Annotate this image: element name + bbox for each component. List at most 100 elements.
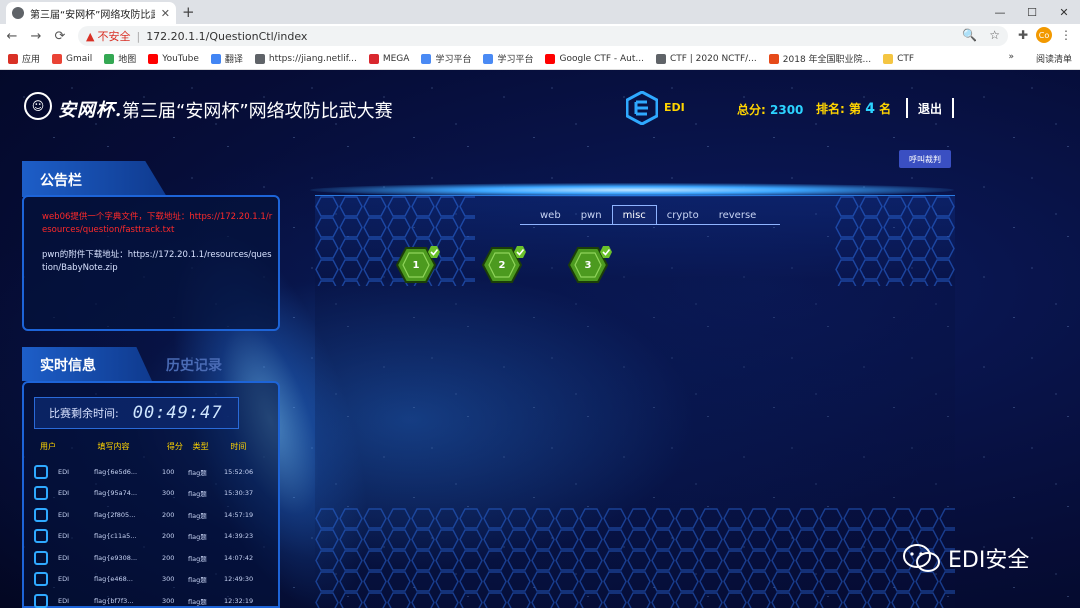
tab-web[interactable]: web: [530, 205, 571, 225]
insecure-label[interactable]: 不安全: [97, 28, 130, 44]
cell-content: flag{6e5d6...: [94, 467, 138, 476]
cell-type: flag题: [188, 490, 207, 499]
back-button[interactable]: ←: [0, 29, 24, 44]
bookmark-label: 2018 年全国职业院...: [782, 55, 872, 65]
minimize-button[interactable]: —: [984, 6, 1016, 19]
bookmark-item[interactable]: 学习平台: [421, 52, 471, 65]
rank-prefix: 第: [849, 102, 862, 116]
cell-score: 100: [162, 467, 175, 476]
bookmark-label: 学习平台: [435, 55, 472, 65]
profile-avatar[interactable]: Co: [1036, 27, 1052, 43]
tab-title: 第三届“安网杯”网络攻防比武大赛: [30, 9, 155, 21]
bookmark-item[interactable]: MEGA: [368, 53, 409, 64]
cell-score: 200: [162, 553, 175, 562]
cell-user: EDI: [58, 532, 70, 541]
bookmarks-bar: 应用 Gmail 地图 YouTube 翻译 https://jiang.netlif..…: [0, 48, 1080, 70]
bookmark-label: https://jiang.netlif...: [268, 53, 357, 64]
call-referee-button[interactable]: 呼叫裁判: [899, 150, 951, 168]
browser-tab[interactable]: 第三届“安网杯”网络攻防比武大赛 ✕: [6, 2, 176, 24]
team-logo-icon: [34, 593, 48, 608]
table-row: EDI flag{e468... 300 flag题 12:49:30: [34, 569, 274, 591]
column-header: 用户: [40, 442, 56, 451]
cell-content: flag{e468...: [94, 575, 133, 584]
cell-user: EDI: [58, 575, 70, 584]
cell-time: 14:57:19: [224, 510, 254, 519]
cell-score: 300: [162, 596, 175, 605]
cell-score: 200: [162, 510, 175, 519]
notice-title: 公告栏: [22, 161, 167, 197]
tab-history[interactable]: 历史记录: [166, 355, 222, 375]
bookmark-label: 学习平台: [497, 55, 534, 65]
reading-list-button[interactable]: 阅读清单: [1036, 52, 1072, 65]
cell-type: flag题: [188, 533, 207, 542]
reload-button[interactable]: ⟳: [48, 29, 72, 44]
cell-user: EDI: [58, 596, 70, 605]
tab-crypto[interactable]: crypto: [657, 205, 709, 225]
bookmark-item[interactable]: 2018 年全国职业院...: [768, 52, 872, 65]
challenge-hex[interactable]: 3: [568, 246, 612, 286]
notice-item[interactable]: pwn的附件下载地址：https://172.20.1.1/resources/…: [42, 249, 274, 275]
cell-type: flag题: [188, 511, 207, 520]
bookmark-icon: [545, 53, 556, 64]
window-controls: — ☐ ✕: [984, 0, 1080, 24]
submission-table: EDI flag{6e5d6... 100 flag题 15:52:06 EDI flag{…: [34, 461, 274, 608]
bookmark-item[interactable]: Google CTF - Aut...: [545, 53, 644, 64]
warning-icon: ▲: [86, 29, 95, 43]
bookmark-item[interactable]: CTF: [883, 53, 914, 64]
wechat-icon: [903, 544, 940, 572]
category-underline: [520, 224, 780, 225]
team-logo-icon: [34, 572, 48, 587]
tab-misc[interactable]: misc: [611, 205, 657, 225]
tab-realtime[interactable]: 实时信息: [22, 347, 152, 381]
watermark-text: EDI安全: [948, 548, 1030, 573]
bookmark-label: Gmail: [66, 53, 93, 64]
toolbar-right: ✚ Co ⋮: [1018, 27, 1072, 43]
notice-item[interactable]: web06提供一个字典文件，下载地址：https://172.20.1.1/re…: [42, 211, 274, 237]
timer-label: 比赛剩余时间:: [49, 407, 119, 420]
bookmark-item[interactable]: https://jiang.netlif...: [254, 53, 357, 64]
zoom-icon[interactable]: 🔍: [962, 28, 977, 42]
solved-check-icon: [428, 246, 440, 258]
forward-button[interactable]: →: [24, 29, 48, 44]
new-tab-button[interactable]: +: [182, 3, 195, 21]
cell-content: flag{e9308...: [94, 553, 138, 562]
close-window-button[interactable]: ✕: [1048, 6, 1080, 19]
bookmarks-overflow-button[interactable]: »: [1008, 52, 1014, 62]
bookmark-item[interactable]: CTF | 2020 NCTF/...: [655, 53, 757, 64]
bookmark-label: 地图: [118, 55, 137, 65]
bookmark-item[interactable]: YouTube: [148, 53, 199, 64]
cell-user: EDI: [58, 553, 70, 562]
bookmark-label: 应用: [22, 55, 41, 65]
bookmark-item[interactable]: 学习平台: [483, 52, 533, 65]
bookmark-star-icon[interactable]: ☆: [989, 28, 1000, 42]
column-header: 得分: [166, 442, 183, 451]
menu-icon[interactable]: ⋮: [1060, 28, 1072, 42]
tab-reverse[interactable]: reverse: [709, 205, 767, 225]
bookmark-icon: [52, 53, 63, 64]
edi-logo-icon: [626, 91, 658, 125]
challenge-hex[interactable]: 2: [482, 246, 526, 286]
cell-content: flag{c11a5...: [94, 532, 137, 541]
url-text[interactable]: 172.20.1.1/QuestionCtl/index: [146, 30, 307, 43]
bookmark-icon: [421, 53, 432, 64]
hex-pattern-decoration: [315, 196, 475, 286]
extensions-icon[interactable]: ✚: [1018, 28, 1028, 42]
bookmark-item[interactable]: Gmail: [52, 53, 93, 64]
address-bar[interactable]: ▲ 不安全 | 172.20.1.1/QuestionCtl/index 🔍 ☆: [78, 26, 1008, 46]
close-tab-icon[interactable]: ✕: [161, 7, 170, 20]
team-logo-icon: [34, 529, 48, 544]
logout-button[interactable]: 退出: [906, 98, 954, 118]
bookmark-item[interactable]: 翻译: [210, 52, 243, 65]
column-header: 填写内容: [97, 442, 130, 451]
maximize-button[interactable]: ☐: [1016, 6, 1048, 19]
bookmark-item[interactable]: 应用: [8, 52, 40, 65]
bookmark-item[interactable]: 地图: [104, 52, 136, 65]
bookmark-icon: [254, 53, 265, 64]
challenge-hex[interactable]: 1: [396, 246, 440, 286]
team-rank: 排名: 第 4 名: [816, 100, 891, 117]
tab-pwn[interactable]: pwn: [571, 205, 612, 225]
bookmark-label: Google CTF - Aut...: [559, 53, 644, 64]
bookmark-icon: [8, 53, 18, 64]
table-row: EDI flag{c11a5... 200 flag题 14:39:23: [34, 526, 274, 548]
bookmark-icon: [104, 53, 115, 64]
